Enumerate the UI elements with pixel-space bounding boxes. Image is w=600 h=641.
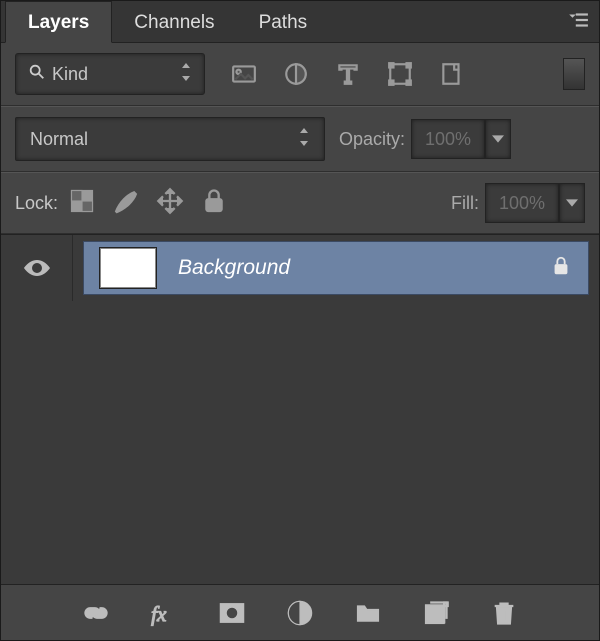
delete-layer-icon[interactable]: [489, 598, 519, 628]
link-layers-icon[interactable]: [81, 598, 111, 628]
svg-text:fx: fx: [151, 602, 167, 626]
fill-dropdown-arrow[interactable]: [559, 183, 585, 223]
layers-panel: Layers Channels Paths Kind: [0, 0, 600, 641]
filter-pixel-icon[interactable]: [229, 59, 259, 89]
layer-name[interactable]: Background: [178, 256, 528, 280]
lock-fill-row: Lock: Fill: 100%: [1, 172, 599, 234]
panel-tabs: Layers Channels Paths: [1, 1, 599, 43]
updown-icon: [180, 63, 192, 86]
layer-lock-icon[interactable]: [550, 255, 572, 282]
lock-pixels-icon[interactable]: [112, 187, 140, 220]
search-icon: [28, 63, 46, 86]
fill-value[interactable]: 100%: [485, 183, 559, 223]
lock-position-icon[interactable]: [156, 187, 184, 220]
updown-icon: [298, 128, 310, 151]
layer-thumbnail[interactable]: [100, 248, 156, 288]
tab-layers[interactable]: Layers: [5, 1, 112, 43]
opacity-value[interactable]: 100%: [411, 119, 485, 159]
filter-kind-label: Kind: [52, 64, 88, 85]
layer-effects-icon[interactable]: fx: [149, 598, 179, 628]
layers-footer: fx: [1, 584, 599, 640]
filter-toggle-switch[interactable]: [563, 58, 585, 90]
filter-smartobject-icon[interactable]: [437, 59, 467, 89]
new-layer-icon[interactable]: [421, 598, 451, 628]
opacity-dropdown-arrow[interactable]: [485, 119, 511, 159]
blend-mode-select[interactable]: Normal: [15, 117, 325, 161]
add-mask-icon[interactable]: [217, 598, 247, 628]
layer-filter-row: Kind: [1, 43, 599, 106]
new-group-icon[interactable]: [353, 598, 383, 628]
new-adjustment-layer-icon[interactable]: [285, 598, 315, 628]
tab-channels[interactable]: Channels: [112, 2, 236, 42]
lock-transparency-icon[interactable]: [68, 187, 96, 220]
tab-paths[interactable]: Paths: [237, 2, 330, 42]
layer-list: Background: [1, 234, 599, 584]
lock-all-icon[interactable]: [200, 187, 228, 220]
filter-type-dropdown[interactable]: Kind: [15, 53, 205, 95]
filter-shape-icon[interactable]: [385, 59, 415, 89]
fill-label: Fill:: [451, 193, 479, 214]
filter-icons: [229, 59, 467, 89]
lock-label: Lock:: [15, 193, 58, 214]
blend-mode-value: Normal: [30, 129, 88, 150]
filter-adjustment-icon[interactable]: [281, 59, 311, 89]
panel-menu-button[interactable]: [567, 9, 589, 36]
layer-row[interactable]: Background: [1, 235, 599, 301]
layer-visibility-toggle[interactable]: [1, 235, 73, 301]
layer-item[interactable]: Background: [83, 241, 589, 295]
opacity-label: Opacity:: [339, 129, 405, 150]
filter-type-icon[interactable]: [333, 59, 363, 89]
blend-opacity-row: Normal Opacity: 100%: [1, 106, 599, 172]
